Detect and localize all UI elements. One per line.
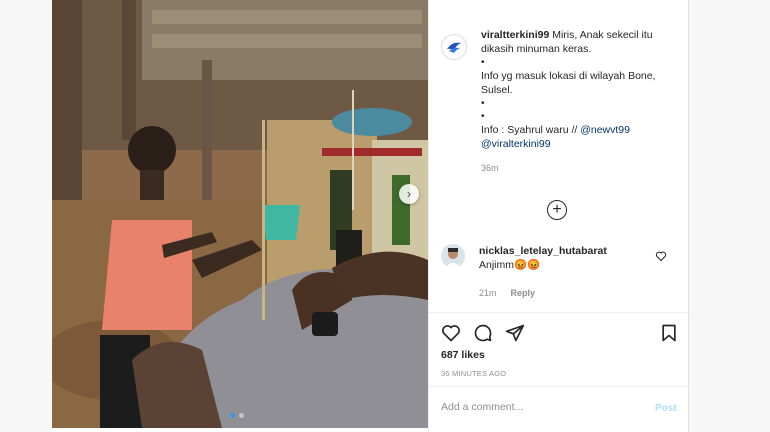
caption-line-1: Miris, Anak sekecil itu: [552, 29, 653, 41]
comment-item: nicklas_letelay_hutabarat Anjimm😡😡 21m R…: [441, 244, 681, 300]
comment-body: nicklas_letelay_hutabarat Anjimm😡😡 21m R…: [479, 244, 659, 300]
post-side-panel: viraltterkini99 Miris, Anak sekecil itu …: [428, 0, 689, 432]
caption-row: viraltterkini99 Miris, Anak sekecil itu …: [429, 28, 689, 175]
load-more-comments-button[interactable]: +: [547, 200, 567, 220]
caption-line-2: dikasih minuman keras.: [481, 43, 592, 55]
share-icon[interactable]: [505, 323, 525, 343]
comment-meta: 21m Reply: [479, 286, 659, 300]
bookmark-icon[interactable]: [659, 323, 679, 343]
comment-input[interactable]: [441, 401, 631, 413]
slide-dot: [239, 413, 244, 418]
reply-button[interactable]: Reply: [511, 286, 536, 300]
poster-avatar[interactable]: [441, 34, 467, 60]
caption-info-credit: Info : Syahrul waru //: [481, 124, 581, 136]
caption-text: viraltterkini99 Miris, Anak sekecil itu …: [481, 28, 671, 175]
post-comment-button[interactable]: Post: [655, 403, 677, 414]
slide-indicator: [230, 413, 244, 418]
comment-text: Anjimm😡😡: [479, 259, 541, 271]
comment-time: 21m: [479, 288, 497, 298]
poster-username[interactable]: viraltterkini99: [481, 29, 549, 41]
mention-link[interactable]: @viralterkini99: [481, 137, 671, 151]
likes-count[interactable]: 687 likes: [441, 349, 485, 361]
comment-like-heart-icon[interactable]: [655, 250, 667, 262]
next-slide-button[interactable]: ›: [399, 184, 419, 204]
commenter-username[interactable]: nicklas_letelay_hutabarat: [479, 244, 659, 258]
caption-bullet: •: [481, 98, 485, 109]
comment-icon[interactable]: [473, 323, 493, 343]
post-media[interactable]: ›: [52, 0, 428, 428]
caption-bullet: •: [481, 111, 485, 122]
mention-link[interactable]: @newvt99: [580, 124, 630, 136]
commenter-avatar[interactable]: [441, 244, 465, 268]
slide-dot-active: [230, 413, 235, 418]
avatar-photo: [441, 244, 465, 268]
poster-logo-icon: [445, 38, 463, 56]
caption-bullet: •: [481, 57, 485, 68]
video-still: [52, 0, 428, 428]
action-icons: [441, 323, 525, 343]
caption-time: 36m: [481, 163, 499, 173]
add-comment-bar: Post: [429, 386, 689, 432]
chevron-right-icon: ›: [407, 187, 411, 201]
post-timestamp: 36 MINUTES AGO: [441, 369, 507, 378]
plus-circle-icon: +: [552, 201, 562, 218]
caption-info-location: Info yg masuk lokasi di wilayah Bone, Su…: [481, 70, 656, 96]
heart-icon[interactable]: [441, 323, 461, 343]
